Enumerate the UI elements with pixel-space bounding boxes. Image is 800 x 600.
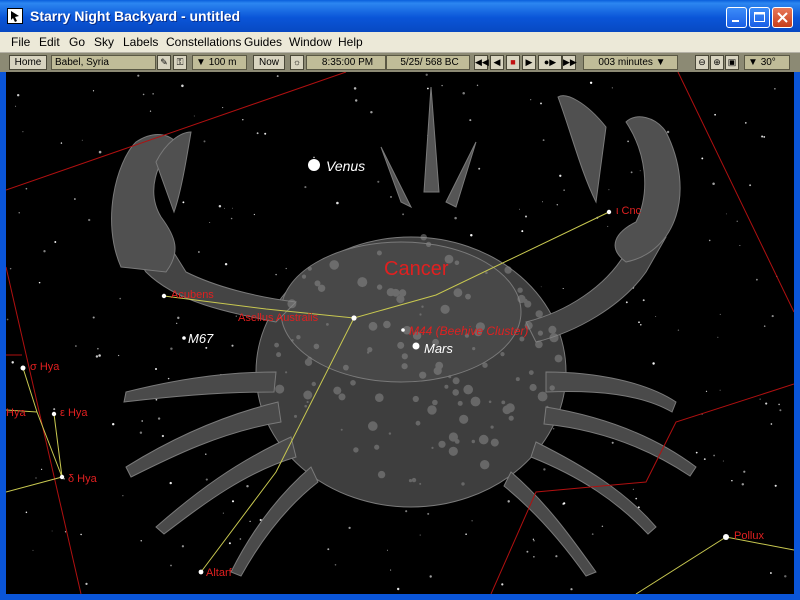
title-bar[interactable]: Starry Night Backyard - untitled	[0, 0, 800, 33]
constellation-label-cancer[interactable]: Cancer	[384, 258, 448, 281]
star-label-acubens[interactable]: Acubens	[171, 289, 214, 301]
star-label-altarf[interactable]: Altarf	[206, 567, 232, 579]
star-label-sigma-hya[interactable]: σ Hya	[30, 361, 59, 373]
stop-icon[interactable]: ■	[506, 55, 520, 70]
star-label-hya-partial[interactable]: Hya	[6, 407, 26, 419]
time-step-value: 003 minutes	[598, 57, 653, 68]
star-label-iota-cnc[interactable]: ι Cnc	[616, 205, 641, 217]
fov-dropdown-icon: ▼	[748, 57, 761, 68]
maximize-button[interactable]	[749, 7, 770, 28]
app-window: Starry Night Backyard - untitled File Ed…	[0, 0, 800, 600]
edit-location-icon[interactable]: ✎	[157, 55, 171, 70]
time-step-dropdown[interactable]: 003 minutes ▼	[583, 55, 678, 70]
menu-go[interactable]: Go	[69, 35, 85, 49]
run-forward-icon[interactable]: ●▶	[538, 55, 562, 70]
fov-value: 30°	[760, 57, 776, 68]
home-button[interactable]: Home	[9, 55, 47, 70]
step-back-icon[interactable]: ◀	[490, 55, 504, 70]
menu-guides[interactable]: Guides	[244, 35, 282, 49]
sky-view[interactable]: Cancer Venus Mars M67 M44 (Beehive Clust…	[6, 72, 794, 594]
star-label-asellus-australis[interactable]: Asellus Australis	[238, 312, 318, 324]
planet-label-venus[interactable]: Venus	[326, 158, 365, 174]
time-mode-icon[interactable]: ☼	[290, 55, 304, 70]
zoom-out-icon[interactable]: ⊖	[695, 55, 709, 70]
app-icon	[7, 8, 23, 24]
time-step-chevron-icon: ▼	[652, 57, 666, 68]
menu-help[interactable]: Help	[338, 35, 363, 49]
menu-sky[interactable]: Sky	[94, 35, 114, 49]
rewind-icon[interactable]: ◀◀	[474, 55, 489, 70]
window-frame-left	[0, 72, 6, 600]
toolbar: Home Babel, Syria ✎ ⚿ ▼ 100 m Now ☼ 8:35…	[0, 53, 800, 73]
elevation-field[interactable]: ▼ 100 m	[192, 55, 247, 70]
fov-field[interactable]: ▼ 30°	[744, 55, 790, 70]
menu-labels[interactable]: Labels	[123, 35, 158, 49]
window-title: Starry Night Backyard - untitled	[30, 8, 241, 24]
menu-bar: File Edit Go Sky Labels Constellations G…	[0, 32, 800, 53]
fast-forward-icon[interactable]: ▶▶	[562, 55, 577, 70]
object-label-m44[interactable]: M44 (Beehive Cluster)	[409, 324, 528, 338]
date-field[interactable]: 5/25/ 568 BC	[386, 55, 470, 70]
star-label-pollux[interactable]: Pollux	[734, 530, 764, 542]
menu-edit[interactable]: Edit	[39, 35, 60, 49]
menu-constellations[interactable]: Constellations	[166, 35, 241, 49]
elevation-dropdown-icon: ▼	[196, 57, 209, 68]
now-button[interactable]: Now	[253, 55, 285, 70]
time-field[interactable]: 8:35:00 PM	[306, 55, 386, 70]
menu-file[interactable]: File	[11, 35, 30, 49]
close-icon	[777, 12, 788, 23]
lock-icon[interactable]: ⚿	[173, 55, 187, 70]
planet-label-mars[interactable]: Mars	[424, 341, 453, 356]
sky-chart	[6, 72, 794, 594]
menu-window[interactable]: Window	[289, 35, 332, 49]
zoom-in-icon[interactable]: ⊕	[710, 55, 724, 70]
maximize-icon	[754, 12, 765, 22]
location-field[interactable]: Babel, Syria	[51, 55, 156, 70]
star-label-delta-hya[interactable]: δ Hya	[68, 473, 97, 485]
minimize-button[interactable]	[726, 7, 747, 28]
zoom-box-icon[interactable]: ▣	[725, 55, 739, 70]
window-frame-bottom	[0, 594, 800, 600]
close-button[interactable]	[772, 7, 793, 28]
window-frame-right	[794, 72, 800, 600]
star-label-epsilon-hya[interactable]: ε Hya	[60, 407, 88, 419]
minimize-icon	[732, 20, 739, 22]
object-label-m67[interactable]: M67	[188, 331, 213, 346]
elevation-value: 100 m	[208, 57, 237, 68]
step-forward-icon[interactable]: ▶	[522, 55, 536, 70]
